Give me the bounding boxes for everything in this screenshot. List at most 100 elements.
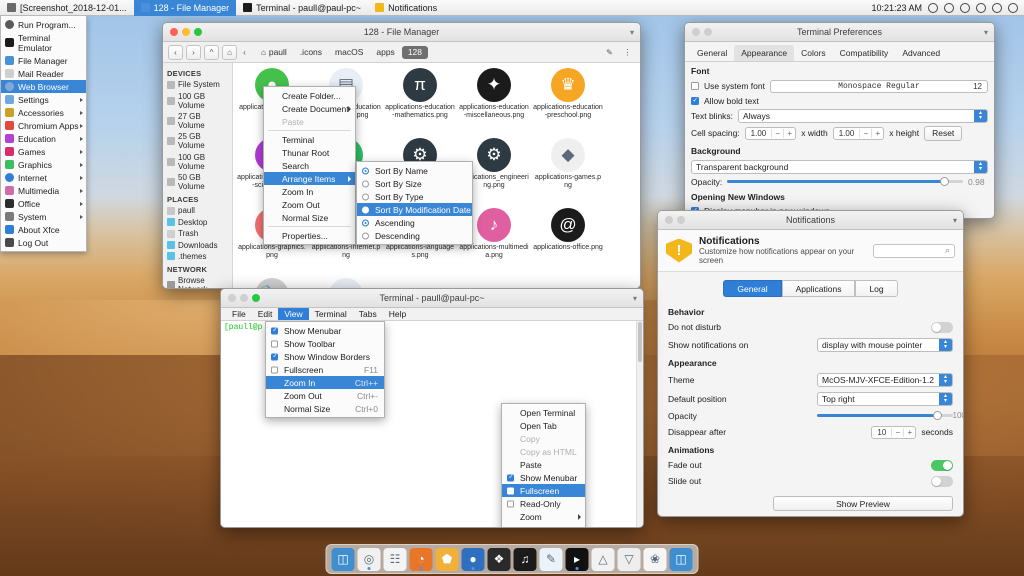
terminal-preferences-window[interactable]: Terminal Preferences ▾ General Appearance… xyxy=(684,22,995,219)
context-item-terminal[interactable]: Terminal xyxy=(264,133,355,146)
menu-item-graphics[interactable]: Graphics xyxy=(1,158,86,171)
close-button[interactable] xyxy=(665,216,673,224)
do-not-disturb-toggle[interactable] xyxy=(931,321,953,333)
context-item-create-document[interactable]: Create Document xyxy=(264,102,355,115)
allow-bold-checkbox[interactable] xyxy=(691,96,699,105)
tab-general[interactable]: General xyxy=(690,45,734,61)
checkbox[interactable] xyxy=(271,366,278,373)
dock-item[interactable]: △ xyxy=(591,547,615,571)
slide-out-row[interactable]: Slide out xyxy=(658,473,963,489)
file-item[interactable]: ✦ applications-education-miscellaneous.pn… xyxy=(457,65,531,135)
up-icon[interactable]: ^ xyxy=(204,44,219,60)
view-menu-item-show-menubar[interactable]: Show Menubar xyxy=(266,324,384,337)
background-combo[interactable]: Transparent background ▴ ▾ xyxy=(691,159,988,174)
radio-button[interactable] xyxy=(362,206,369,213)
breadcrumb-apps[interactable]: apps xyxy=(370,46,400,59)
file-manager-toolbar[interactable]: ‹ › ^ ⌂ ‹ ⌂ paull .icons macOS apps 128 ✎ ⋮ xyxy=(163,42,640,63)
paper-icon[interactable]: △ xyxy=(591,547,615,571)
disappear-after-row[interactable]: Disappear after 10 − + seconds xyxy=(658,423,963,441)
close-button[interactable] xyxy=(170,28,178,36)
tab-compatibility[interactable]: Compatibility xyxy=(833,45,896,61)
dock-item[interactable]: ◔ xyxy=(409,547,433,571)
dock-item[interactable]: ◫ xyxy=(331,547,355,571)
checkbox[interactable] xyxy=(507,487,514,494)
context-item-search[interactable]: Search xyxy=(264,159,355,172)
dock-item[interactable]: ▸ xyxy=(565,547,589,571)
cell-width-stepper[interactable]: 1.00 − + xyxy=(744,126,797,140)
file-item[interactable]: 📎applications-office.svg xyxy=(235,275,309,288)
dock-item[interactable]: ✎ xyxy=(539,547,563,571)
sidebar-item-desktop[interactable]: Desktop xyxy=(163,217,232,228)
terminal-window[interactable]: Terminal - paull@paul-pc~ ▾ File Edit View… xyxy=(220,288,644,528)
context-item-thunar-root[interactable]: Thunar Root xyxy=(264,146,355,159)
file-manager-window[interactable]: 128 - File Manager ▾ ‹ › ^ ⌂ ‹ ⌂ paull .ic… xyxy=(162,22,641,289)
dock-item[interactable]: ● xyxy=(461,547,485,571)
trash-icon[interactable]: ▽ xyxy=(617,547,641,571)
maximize-button[interactable] xyxy=(194,28,202,36)
menu-item-run-program[interactable]: Run Program... xyxy=(1,18,86,31)
file-item[interactable]: @ applications-office.png xyxy=(531,205,605,275)
chevron-updown-icon[interactable]: ▴ ▾ xyxy=(939,338,952,351)
theme-combo[interactable]: McOS-MJV-XFCE-Edition-1.2 ▴ ▾ xyxy=(817,372,953,387)
menu-item-mail-reader[interactable]: Mail Reader xyxy=(1,67,86,80)
breadcrumb-128[interactable]: 128 xyxy=(401,45,428,59)
show-notifications-on-combo[interactable]: display with mouse pointer ▴ ▾ xyxy=(817,337,953,352)
power-icon[interactable] xyxy=(1008,2,1018,13)
submenu-item-sort-by-type[interactable]: Sort By Type xyxy=(357,190,472,203)
home-icon[interactable]: ⌂ xyxy=(222,44,237,60)
default-position-row[interactable]: Default position Top right ▴ ▾ xyxy=(658,389,963,408)
sidebar-item-browse-network[interactable]: Browse Network xyxy=(163,275,232,288)
window-controls[interactable] xyxy=(163,28,202,36)
finder-icon[interactable]: ◫ xyxy=(331,547,355,571)
disappear-after-stepper[interactable]: 10 − + xyxy=(871,425,917,439)
radio-button[interactable] xyxy=(362,219,369,226)
chevron-updown-icon[interactable]: ▴ ▾ xyxy=(974,160,987,173)
cell-width-decrement[interactable]: − xyxy=(771,128,783,138)
menubar-help[interactable]: Help xyxy=(383,308,412,320)
terminal-menubar[interactable]: File Edit View Terminal Tabs Help xyxy=(221,308,643,321)
sidebar-item-trash[interactable]: Trash xyxy=(163,228,232,239)
context-item-create-folder[interactable]: Create Folder... xyxy=(264,89,355,102)
file-item[interactable]: ♛ applications-education-preschool.png xyxy=(531,65,605,135)
sidebar-item-100-gb-volume[interactable]: 100 GB Volume xyxy=(163,90,232,110)
menu-item-accessories[interactable]: Accessories xyxy=(1,106,86,119)
window-menu-icon[interactable]: ▾ xyxy=(953,216,957,225)
view-menu-item-show-toolbar[interactable]: Show Toolbar xyxy=(266,337,384,350)
preferences-tabs[interactable]: General Appearance Colors Compatibility Adva… xyxy=(685,42,994,62)
checkbox[interactable] xyxy=(507,500,514,507)
arrange-items-submenu[interactable]: Sort By Name Sort By Size Sort By Type Sort… xyxy=(356,161,473,245)
cell-height-decrement[interactable]: − xyxy=(859,128,871,138)
window-controls[interactable] xyxy=(685,28,712,36)
photos-icon[interactable]: ❀ xyxy=(643,547,667,571)
text-blinks-row[interactable]: Text blinks: Always ▴ ▾ xyxy=(685,107,994,124)
menubar-tabs[interactable]: Tabs xyxy=(353,308,383,320)
tab-advanced[interactable]: Advanced xyxy=(895,45,947,61)
opacity-slider[interactable]: 100% xyxy=(817,411,963,421)
submenu-item-sort-by-name[interactable]: Sort By Name xyxy=(357,164,472,177)
dock-item[interactable]: ♫ xyxy=(513,547,537,571)
fade-out-row[interactable]: Fade out xyxy=(658,457,963,473)
theme-row[interactable]: Theme McOS-MJV-XFCE-Edition-1.2 ▴ ▾ xyxy=(658,370,963,389)
notifications-tabs[interactable]: General Applications Log xyxy=(658,272,963,303)
terminal-context-open-tab[interactable]: Open Tab xyxy=(502,419,585,432)
terminal-context-fullscreen[interactable]: Fullscreen xyxy=(502,484,585,497)
file-item[interactable]: ✒applications-other.png xyxy=(309,275,383,288)
do-not-disturb-row[interactable]: Do not disturb xyxy=(658,319,963,335)
terminal-context-zoom[interactable]: Zoom xyxy=(502,510,585,523)
terminal-context-open-terminal[interactable]: Open Terminal xyxy=(502,406,585,419)
window-menu-icon[interactable]: ▾ xyxy=(984,28,988,37)
menu-item-office[interactable]: Office xyxy=(1,197,86,210)
forward-icon[interactable]: › xyxy=(186,44,201,60)
submenu-item-sort-by-size[interactable]: Sort By Size xyxy=(357,177,472,190)
opacity-row[interactable]: Opacity: 0.98 xyxy=(685,175,994,188)
close-button[interactable] xyxy=(228,294,236,302)
minimize-button[interactable] xyxy=(704,28,712,36)
network-icon[interactable] xyxy=(944,2,954,13)
context-item-zoom-in[interactable]: Zoom In xyxy=(264,185,355,198)
close-button[interactable] xyxy=(692,28,700,36)
terminal-context-paste[interactable]: Paste xyxy=(502,458,585,471)
file-manager-context-menu[interactable]: Create Folder... Create Document Paste Term… xyxy=(263,86,356,245)
terminal-context-show-menubar[interactable]: Show Menubar xyxy=(502,471,585,484)
minimize-button[interactable] xyxy=(677,216,685,224)
sidebar-item-file-system[interactable]: File System xyxy=(163,79,232,90)
